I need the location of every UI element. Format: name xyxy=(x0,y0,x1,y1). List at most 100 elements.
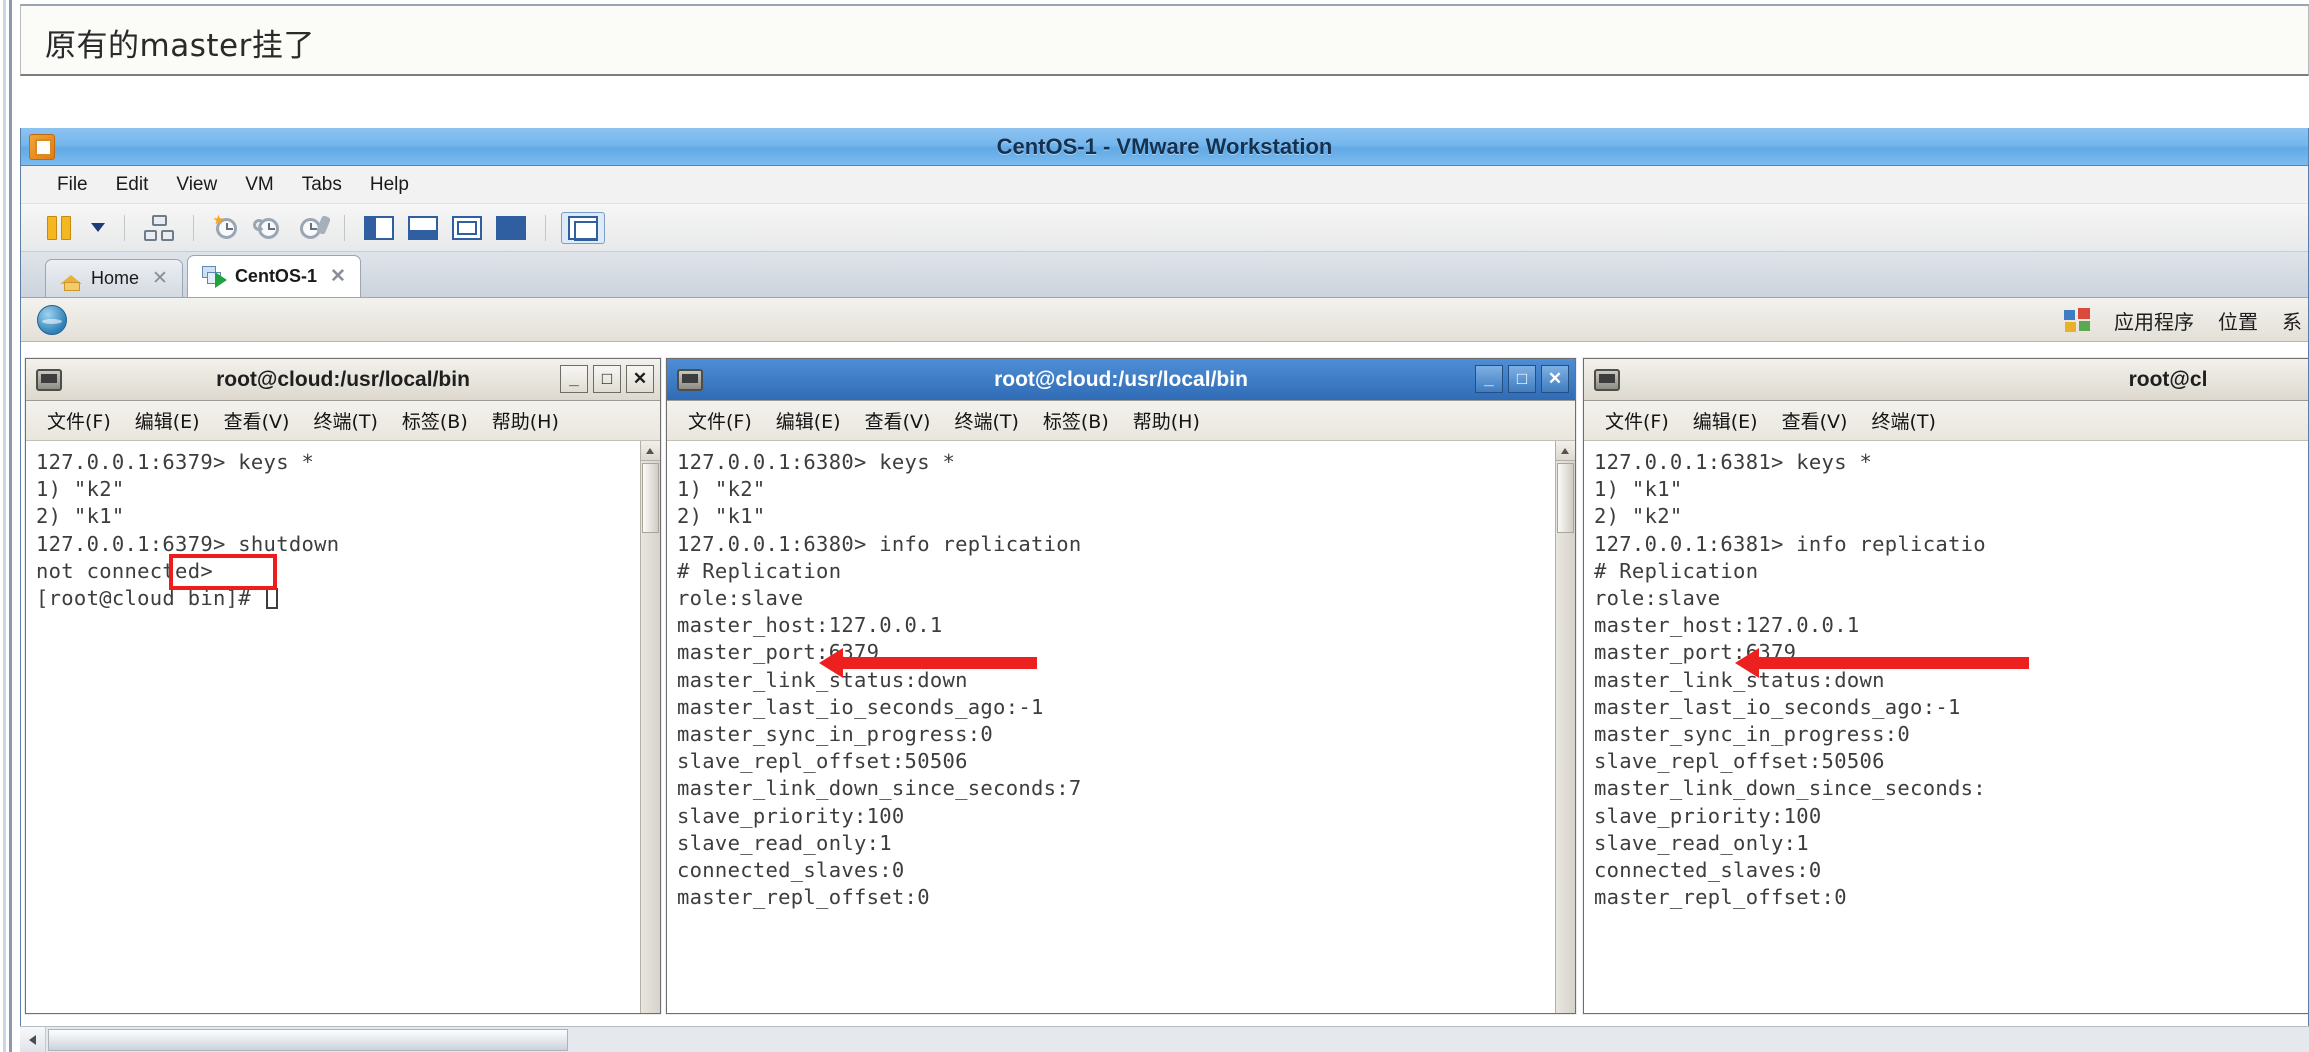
quick-switch-button[interactable] xyxy=(561,211,605,244)
terminal-window-2[interactable]: root@cloud:/usr/local/bin _ □ ✕ 文件(F) 编辑… xyxy=(666,358,1576,1014)
terminal-2-menu-view[interactable]: 查看(V) xyxy=(856,405,940,436)
toolbar-separator-4 xyxy=(545,214,546,241)
terminal-1-menu-view[interactable]: 查看(V) xyxy=(215,405,299,436)
vmware-title-bar: CentOS-1 - VMware Workstation xyxy=(21,128,2308,166)
terminal-3-line: master_host:127.0.0.1 xyxy=(1594,613,1860,638)
tab-home-close-icon[interactable]: ✕ xyxy=(148,267,168,290)
terminal-1-menu-tabs[interactable]: 标签(B) xyxy=(393,405,477,436)
menu-tabs[interactable]: Tabs xyxy=(288,170,356,200)
gnome-menu-places[interactable]: 位置 xyxy=(2218,306,2258,335)
terminal-3-menu-view[interactable]: 查看(V) xyxy=(1773,405,1857,436)
toolbar-separator-3 xyxy=(344,214,345,241)
gnome-panel-menus: 应用程序 位置 系 xyxy=(2064,298,2308,342)
terminal-2-scroll-thumb[interactable] xyxy=(1557,463,1574,533)
terminal-2-menu-help[interactable]: 帮助(H) xyxy=(1124,405,1209,436)
home-icon xyxy=(60,269,82,291)
terminal-2-line-master-port: master_port:6379 xyxy=(677,640,880,665)
terminal-3-line: master_last_io_seconds_ago:-1 xyxy=(1594,694,1961,719)
gnome-menu-system[interactable]: 系 xyxy=(2282,306,2302,335)
terminal-2-menu-file[interactable]: 文件(F) xyxy=(679,405,761,436)
full-screen-button[interactable] xyxy=(448,213,486,243)
terminal-3-line: 1) "k1" xyxy=(1594,477,1683,502)
vmware-tab-strip: Home ✕ CentOS-1 ✕ xyxy=(21,252,2308,298)
terminal-2-line: master_link_status:down xyxy=(677,667,968,692)
revert-snapshot-button[interactable] xyxy=(251,212,287,244)
terminal-2-minimize-button[interactable]: _ xyxy=(1475,365,1503,393)
tab-centos-1-close-icon[interactable]: ✕ xyxy=(326,265,346,288)
scroll-track[interactable] xyxy=(46,1026,2309,1052)
terminal-2-output[interactable]: 127.0.0.1:6380> keys * 1) "k2" 2) "k1" 1… xyxy=(667,441,1575,1013)
take-snapshot-button[interactable] xyxy=(209,212,245,244)
terminal-3-output[interactable]: 127.0.0.1:6381> keys * 1) "k1" 2) "k2" 1… xyxy=(1584,441,2308,1013)
terminal-icon xyxy=(1594,368,1620,391)
terminal-2-title: root@cloud:/usr/local/bin xyxy=(994,367,1248,391)
terminal-3-menu-edit[interactable]: 编辑(E) xyxy=(1684,405,1767,436)
show-console-view-button[interactable] xyxy=(404,213,442,243)
show-library-button[interactable] xyxy=(360,213,398,243)
terminal-2-maximize-button[interactable]: □ xyxy=(1508,365,1536,393)
terminal-2-line: master_sync_in_progress:0 xyxy=(677,722,994,747)
terminal-3-line: slave_read_only:1 xyxy=(1594,830,1809,855)
terminal-1-line: 127.0.0.1:6379> keys * xyxy=(36,450,315,474)
menu-edit[interactable]: Edit xyxy=(102,170,163,200)
menu-vm[interactable]: VM xyxy=(231,170,288,200)
terminal-2-close-button[interactable]: ✕ xyxy=(1541,365,1569,393)
power-dropdown[interactable] xyxy=(83,220,109,235)
terminal-1-window-buttons: _ □ ✕ xyxy=(560,365,654,393)
terminal-1-maximize-button[interactable]: □ xyxy=(593,365,621,393)
terminal-2-menu-edit[interactable]: 编辑(E) xyxy=(767,405,850,436)
tab-centos-1[interactable]: CentOS-1 ✕ xyxy=(186,255,361,297)
terminal-1-menu-file[interactable]: 文件(F) xyxy=(38,405,120,436)
quick-switch-icon xyxy=(568,215,598,241)
menu-view[interactable]: View xyxy=(162,170,231,200)
terminal-2-menu-tabs[interactable]: 标签(B) xyxy=(1034,405,1118,436)
menu-help[interactable]: Help xyxy=(356,170,423,200)
terminal-1-menu-help[interactable]: 帮助(H) xyxy=(483,405,568,436)
unity-mode-button[interactable] xyxy=(492,213,530,243)
terminal-3-title-bar[interactable]: root@cl xyxy=(1584,359,2308,401)
fullscreen-icon xyxy=(452,215,482,240)
terminal-2-title-bar[interactable]: root@cloud:/usr/local/bin _ □ ✕ xyxy=(667,359,1575,401)
terminal-1-scroll-up-icon[interactable] xyxy=(641,441,660,461)
manage-snapshots-button[interactable] xyxy=(140,212,178,244)
terminal-1-scrollbar[interactable] xyxy=(640,441,660,1013)
terminal-3-line: 2) "k2" xyxy=(1594,504,1683,529)
page-left-rail-stripe xyxy=(3,0,6,1052)
gnome-menu-applications[interactable]: 应用程序 xyxy=(2114,306,2194,335)
terminal-1-title-bar[interactable]: root@cloud:/usr/local/bin _ □ ✕ xyxy=(26,359,660,401)
terminal-1-line: 1) "k2" xyxy=(36,477,125,502)
menu-file[interactable]: File xyxy=(43,170,102,200)
document-horizontal-scrollbar[interactable] xyxy=(20,1026,2309,1052)
terminal-1-scroll-thumb[interactable] xyxy=(642,463,659,533)
globe-icon[interactable] xyxy=(37,304,67,335)
terminal-1-cursor xyxy=(265,588,278,610)
terminal-3-menu-terminal[interactable]: 终端(T) xyxy=(1862,405,1944,436)
terminal-2-line: master_last_io_seconds_ago:-1 xyxy=(677,694,1044,719)
guest-os-desktop: 应用程序 位置 系 root@cloud:/usr/local/bin _ □ … xyxy=(21,298,2308,1051)
terminal-1-menu-terminal[interactable]: 终端(T) xyxy=(304,405,386,436)
toolbar-separator-1 xyxy=(124,214,125,241)
suspend-button[interactable] xyxy=(43,213,77,243)
terminal-3-menu-file[interactable]: 文件(F) xyxy=(1596,405,1678,436)
terminal-icon xyxy=(677,368,703,391)
terminal-2-line: master_repl_offset:0 xyxy=(677,885,930,910)
terminal-1-output[interactable]: 127.0.0.1:6379> keys * 1) "k2" 2) "k1" 1… xyxy=(26,441,660,1013)
snapshot-settings-icon xyxy=(297,214,332,241)
terminal-window-1[interactable]: root@cloud:/usr/local/bin _ □ ✕ 文件(F) 编辑… xyxy=(25,358,661,1014)
terminal-1-minimize-button[interactable]: _ xyxy=(560,365,588,393)
terminal-2-menu-terminal[interactable]: 终端(T) xyxy=(945,405,1027,436)
tab-home[interactable]: Home ✕ xyxy=(45,259,183,297)
terminal-2-scrollbar[interactable] xyxy=(1555,441,1575,1013)
terminal-2-scroll-up-icon[interactable] xyxy=(1556,441,1575,461)
terminal-2-line: master_host:127.0.0.1 xyxy=(677,613,943,638)
terminal-1-close-button[interactable]: ✕ xyxy=(626,365,654,393)
terminal-window-3[interactable]: root@cl 文件(F) 编辑(E) 查看(V) 终端(T) 127.0.0.… xyxy=(1583,358,2308,1014)
vm-icon xyxy=(201,265,227,288)
unity-mode-icon xyxy=(496,215,526,240)
scroll-thumb[interactable] xyxy=(48,1028,568,1051)
terminal-1-menu-edit[interactable]: 编辑(E) xyxy=(126,405,209,436)
snapshot-settings-button[interactable] xyxy=(293,212,332,244)
sidebar-panel-icon xyxy=(364,215,394,240)
scroll-left-icon[interactable] xyxy=(20,1026,46,1052)
terminal-3-line: master_sync_in_progress:0 xyxy=(1594,722,1911,747)
